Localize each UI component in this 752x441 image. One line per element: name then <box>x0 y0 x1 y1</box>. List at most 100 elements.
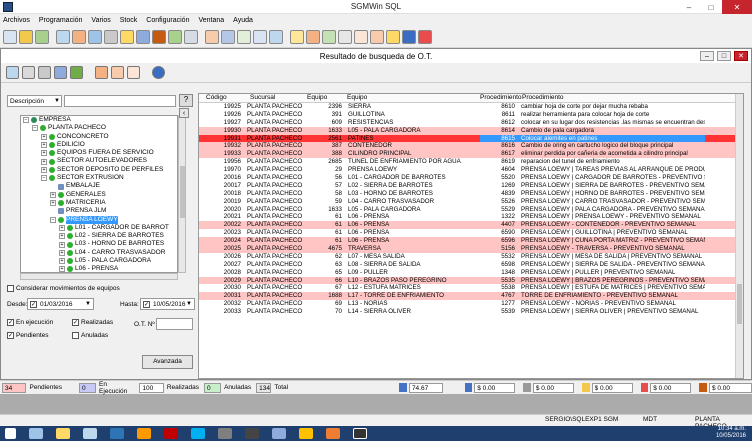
toolbar-icon[interactable] <box>370 29 384 44</box>
toolbar-icon[interactable] <box>386 29 400 44</box>
print-preview-icon[interactable] <box>22 66 35 79</box>
avanzada-button[interactable]: Avanzada <box>142 355 193 369</box>
table-row[interactable]: 20033 PLANTA PACHECO 70 L14 - SIERRA OLIVER… <box>199 308 743 316</box>
system-clock[interactable]: 10:34 a.m. 10/05/2016 <box>716 426 746 440</box>
app-icon[interactable] <box>218 428 232 439</box>
tree-node[interactable]: + GENERALES <box>21 191 177 199</box>
table-row[interactable]: 19956 PLANTA PACHECO 2685 TUNEL DE ENFRIAMI… <box>199 158 743 166</box>
folder-icon[interactable] <box>299 428 313 439</box>
tree-toggle[interactable]: − <box>50 216 56 223</box>
tree-node[interactable]: PRENSA JLM <box>21 207 177 215</box>
excel-icon[interactable] <box>70 66 83 79</box>
table-row[interactable]: 20023 PLANTA PACHECO 61 L06 - PRENSA 6590 PRE… <box>199 229 743 237</box>
table-row[interactable]: 20022 PLANTA PACHECO 61 L06 - PRENSA 4407 PRE… <box>199 221 743 230</box>
table-row[interactable]: 20031 PLANTA PACHECO 1688 L17 - TORRE DE EN… <box>199 292 743 301</box>
windows-start-icon[interactable] <box>5 428 16 439</box>
table-row[interactable]: 20028 PLANTA PACHECO 65 L09 - PULLER 1348 PRE… <box>199 269 743 277</box>
ot-close-icon[interactable] <box>127 66 140 79</box>
tree-node[interactable]: − PLANTA PACHECO <box>21 124 177 132</box>
col-equipo-id[interactable]: Equipo <box>307 94 345 102</box>
tree-vertical-scrollbar[interactable] <box>178 115 186 273</box>
home-icon[interactable] <box>29 428 43 439</box>
toolbar-icon[interactable] <box>136 29 150 44</box>
menu-stock[interactable]: Stock <box>120 17 138 24</box>
tree-node[interactable]: + SECTOR AUTOELEVADORES <box>21 157 177 165</box>
media-icon[interactable] <box>164 428 178 439</box>
tree-node[interactable]: − PRENSA LOEWY <box>21 215 177 224</box>
tree-node[interactable]: + L02 - SIERRA DE BARROTES <box>21 232 177 240</box>
table-row[interactable]: 20030 PLANTA PACHECO 67 L12 - ESTUFA MATRIC… <box>199 284 743 292</box>
tree-node[interactable]: + CONCONCRETO <box>21 133 177 141</box>
anuladas-checkbox[interactable]: Anuladas <box>72 332 108 339</box>
help-icon[interactable] <box>152 66 165 79</box>
maximize-button[interactable]: □ <box>700 0 722 14</box>
table-row[interactable]: 20019 PLANTA PACHECO 59 L04 - CARRO TRASVAS… <box>199 198 743 206</box>
table-row[interactable]: 20020 PLANTA PACHECO 1633 L05 - PALA CARGAD… <box>199 206 743 214</box>
table-row[interactable]: 19933 PLANTA PACHECO 388 CILINDRO PRINCIPAL… <box>199 150 743 159</box>
lm-icon[interactable] <box>245 428 259 439</box>
table-row[interactable]: 20024 PLANTA PACHECO 61 L06 - PRENSA 6596 PRE… <box>199 237 743 246</box>
tree-node[interactable]: + EDILICIO <box>21 141 177 149</box>
table-row[interactable]: 20027 PLANTA PACHECO 63 L08 - SIERRA DE SAL… <box>199 261 743 269</box>
table-row[interactable]: 20025 PLANTA PACHECO 4675 TRAVERSA 5156 PRENS… <box>199 245 743 253</box>
toolbar-icon[interactable] <box>168 29 182 44</box>
tree-toggle[interactable]: + <box>59 225 65 231</box>
minimize-button[interactable]: – <box>678 0 700 14</box>
table-row[interactable]: 20017 PLANTA PACHECO 57 L02 - SIERRA DE BAR… <box>199 182 743 190</box>
app-icon[interactable] <box>326 428 340 439</box>
col-procedimiento-id[interactable]: Procedimiento <box>480 94 522 102</box>
realizadas-checkbox[interactable]: ✓ Realizadas <box>72 319 113 326</box>
grid-vertical-scrollbar[interactable] <box>735 94 743 378</box>
toolbar-icon[interactable] <box>35 29 49 44</box>
tree-node[interactable]: + EQUIPOS FUERA DE SERVICIO <box>21 149 177 157</box>
tree-toggle[interactable]: + <box>59 233 65 240</box>
tree-toggle[interactable]: + <box>59 266 65 272</box>
table-row[interactable]: 19932 PLANTA PACHECO 387 CONTENEDOR 8616 Camb… <box>199 142 743 151</box>
toolbar-icon[interactable] <box>354 29 368 44</box>
ot-icon[interactable] <box>95 66 108 79</box>
equipment-tree[interactable]: − EMPRESA − PLANTA PACHECO + CONCONCRETO + EDIL… <box>20 115 178 273</box>
toolbar-icon[interactable] <box>269 29 283 44</box>
toolbar-icon[interactable] <box>184 29 198 44</box>
child-close-button[interactable]: ✕ <box>734 51 748 61</box>
table-row[interactable]: 20026 PLANTA PACHECO 62 L07 - MESA SALIDA 55… <box>199 253 743 261</box>
skype-icon[interactable] <box>191 428 205 439</box>
toolbar-icon[interactable] <box>19 29 33 44</box>
menu-varios[interactable]: Varios <box>91 17 110 24</box>
tree-horizontal-scrollbar[interactable] <box>20 273 178 280</box>
toolbar-icon[interactable] <box>104 29 118 44</box>
tree-node[interactable]: + MATRICERIA <box>21 199 177 207</box>
en-ejecucion-checkbox[interactable]: ✓ En ejecución <box>7 319 53 326</box>
desde-date-input[interactable]: ✓ 01/03/2016 ▼ <box>27 298 94 310</box>
toolbar-icon[interactable] <box>290 29 304 44</box>
child-maximize-button[interactable]: □ <box>717 51 731 61</box>
ot-number-input[interactable] <box>156 318 193 330</box>
tree-toggle[interactable]: + <box>59 249 65 256</box>
tree-toggle[interactable]: − <box>32 125 38 132</box>
table-row[interactable]: 20018 PLANTA PACHECO 58 L03 - HORNO DE BARR… <box>199 190 743 198</box>
menu-configuracion[interactable]: Configuración <box>146 17 189 24</box>
exit-icon[interactable] <box>418 29 432 44</box>
tree-node[interactable]: − EMPRESA <box>21 116 177 124</box>
export-icon[interactable] <box>54 66 67 79</box>
print-icon[interactable] <box>38 66 51 79</box>
menu-ayuda[interactable]: Ayuda <box>233 17 253 24</box>
collapse-panel-button[interactable]: ‹ <box>179 108 189 118</box>
firefox-icon[interactable] <box>137 428 151 439</box>
tree-node[interactable]: + L04 - CARRO TRASVASADOR <box>21 249 177 257</box>
table-row[interactable]: 19930 PLANTA PACHECO 1633 L05 - PALA CARGAD… <box>199 126 743 135</box>
pendientes-checkbox[interactable]: ✓ Pendientes <box>7 332 49 339</box>
table-row[interactable]: 20032 PLANTA PACHECO 69 L13 - NORIAS 1277 PRE… <box>199 300 743 308</box>
results-grid[interactable]: Código Sucursal Equipo Equipo Procedimie… <box>198 93 744 379</box>
table-row[interactable]: 19931 PLANTA PACHECO 2561 PATINES 8615 Coloca… <box>199 134 743 143</box>
toolbar-icon[interactable] <box>205 29 219 44</box>
tree-toggle[interactable]: + <box>50 200 56 207</box>
close-button[interactable]: ✕ <box>722 0 752 14</box>
tree-node[interactable]: + L05 - PALA CARGADORA <box>21 257 177 265</box>
table-row[interactable]: 19970 PLANTA PACHECO 29 PRENSA LOEWY 4604 PRE… <box>199 166 743 174</box>
col-sucursal[interactable]: Sucursal <box>244 94 307 102</box>
tree-toggle[interactable]: + <box>59 258 65 265</box>
search-icon[interactable] <box>6 66 19 79</box>
col-codigo[interactable]: Código <box>206 94 244 102</box>
table-row[interactable]: 20029 PLANTA PACHECO 66 L10 - BRAZOS PASO P… <box>199 276 743 285</box>
